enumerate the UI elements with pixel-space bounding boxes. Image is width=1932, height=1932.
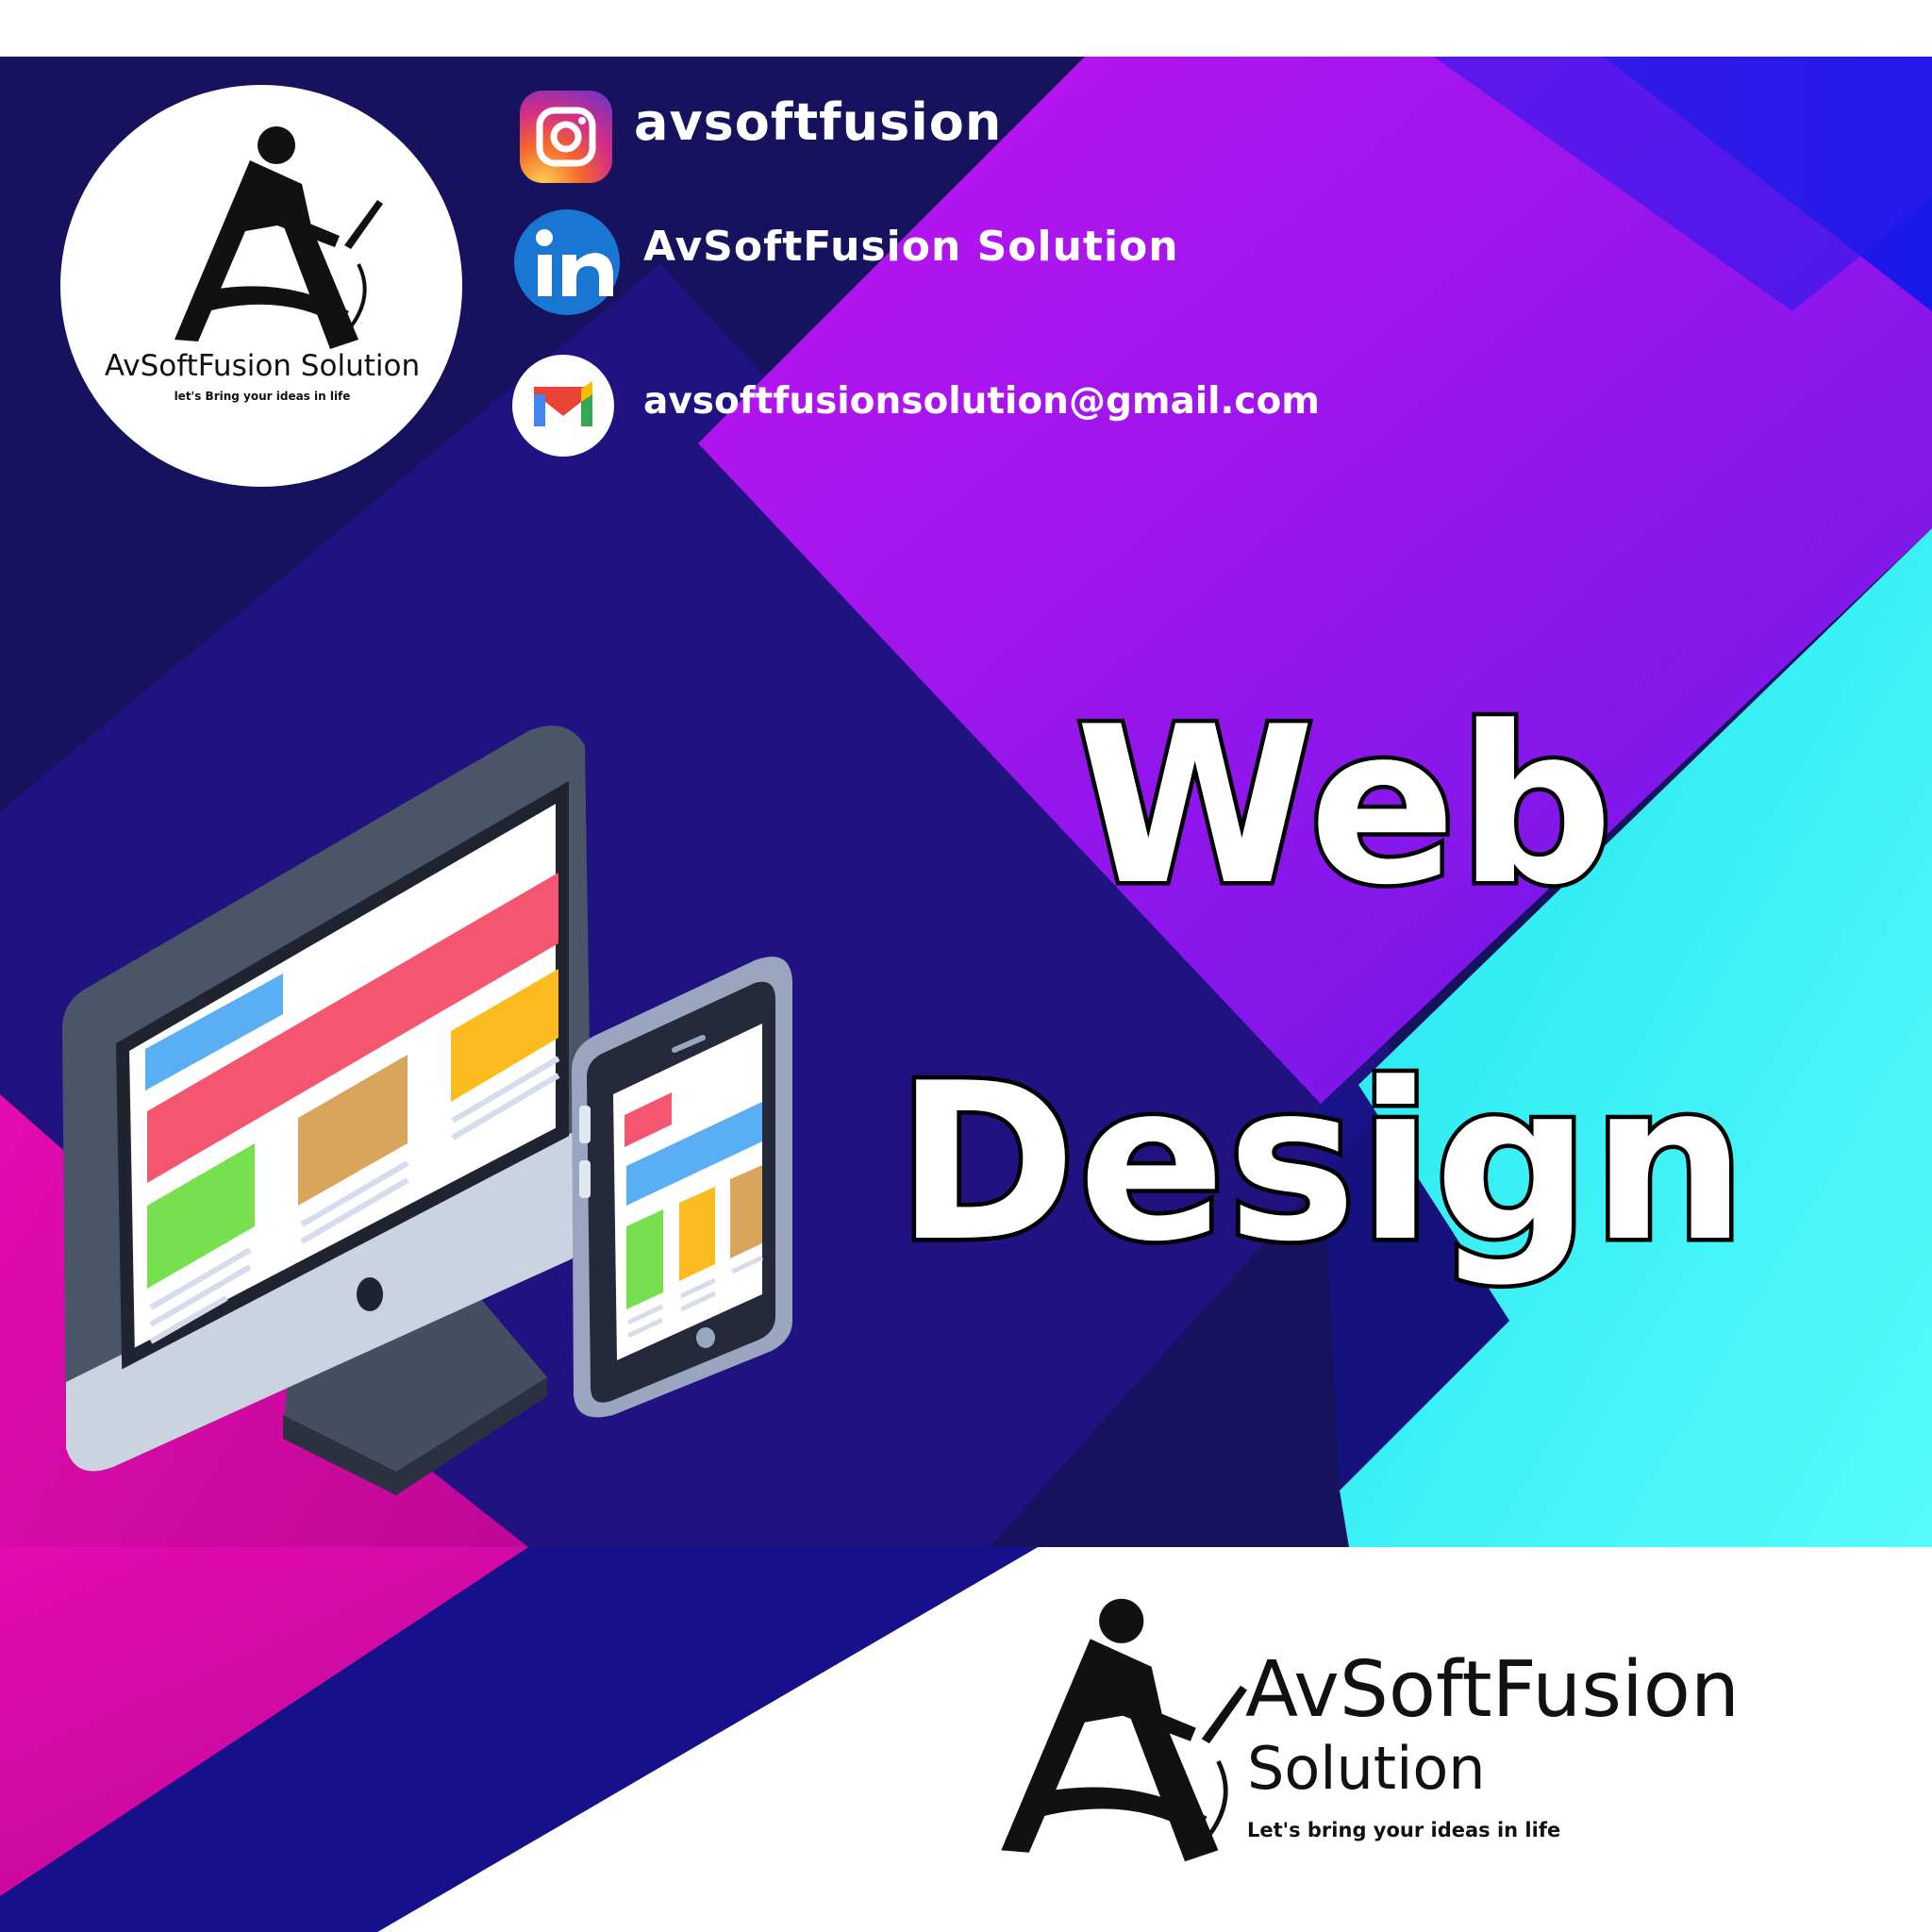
instagram-icon[interactable]	[520, 91, 612, 183]
linkedin-icon[interactable]	[514, 209, 620, 315]
gmail-icon[interactable]	[512, 355, 614, 457]
headline-line-1: Web	[1071, 677, 1617, 938]
poster-background	[0, 0, 1932, 1932]
logo-bottom-sub: Solution	[1247, 1734, 1486, 1803]
linkedin-name[interactable]: AvSoftFusion Solution	[643, 223, 1179, 271]
logo-bottom-tagline: Let's bring your ideas in life	[1247, 1819, 1561, 1841]
logo-bottom-name: AvSoftFusion	[1245, 1645, 1740, 1735]
logo-top-name: AvSoftFusion Solution	[104, 349, 421, 383]
instagram-handle[interactable]: avsoftfusion	[634, 92, 1002, 152]
email-address[interactable]: avsoftfusionsolution@gmail.com	[643, 380, 1320, 423]
headline-line-2: Design	[891, 1034, 1750, 1294]
logo-badge-top	[60, 85, 462, 487]
logo-top-tagline: let's Bring your ideas in life	[174, 390, 351, 403]
